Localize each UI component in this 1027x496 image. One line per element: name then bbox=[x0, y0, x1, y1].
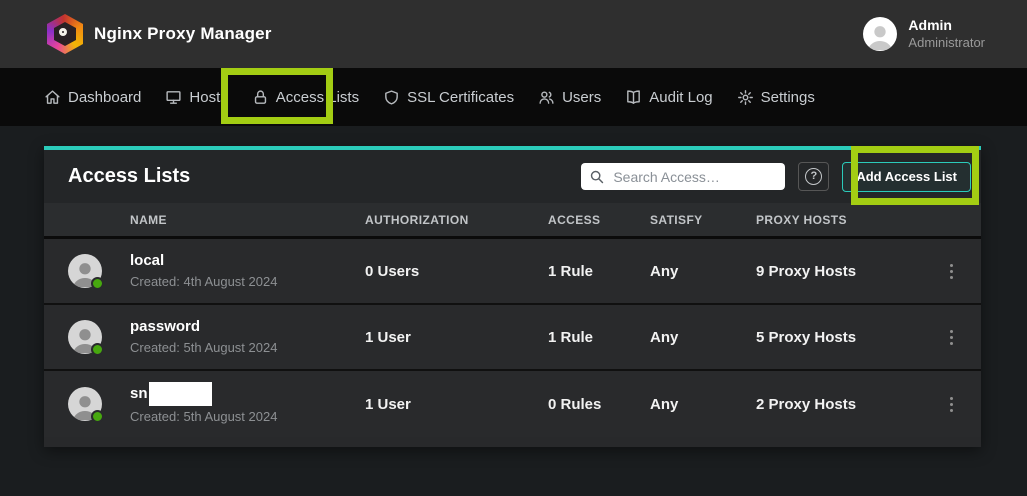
column-header-name: NAME bbox=[130, 213, 365, 227]
satisfy-cell: Any bbox=[650, 396, 756, 413]
question-circle-icon: ? bbox=[805, 168, 822, 185]
proxy-hosts-cell: 2 Proxy Hosts bbox=[756, 396, 942, 413]
created-date: Created: 5th August 2024 bbox=[130, 408, 365, 426]
column-header-access: ACCESS bbox=[548, 213, 650, 227]
home-icon bbox=[44, 89, 61, 106]
nav-item-ssl-certificates[interactable]: SSL Certificates bbox=[383, 89, 514, 106]
user-avatar bbox=[863, 17, 897, 51]
access-cell: 0 Rules bbox=[548, 396, 650, 413]
panel-title: Access Lists bbox=[68, 165, 190, 188]
authorization-cell: 1 User bbox=[365, 396, 548, 413]
search-icon bbox=[589, 169, 605, 185]
nav-item-dashboard[interactable]: Dashboard bbox=[44, 89, 141, 106]
satisfy-cell: Any bbox=[650, 263, 756, 280]
authorization-cell: 0 Users bbox=[365, 263, 548, 280]
table-row[interactable]: password Created: 5th August 2024 1 User… bbox=[44, 305, 981, 371]
main-nav: Dashboard Hosts Access Lists SSL Certifi… bbox=[0, 68, 1027, 126]
access-list-name: local bbox=[130, 251, 164, 271]
nav-label: Audit Log bbox=[649, 89, 712, 106]
avatar bbox=[68, 387, 102, 421]
users-icon bbox=[538, 89, 555, 106]
lock-icon bbox=[252, 89, 269, 106]
row-menu-kebab-icon[interactable] bbox=[942, 392, 960, 416]
status-online-dot bbox=[91, 343, 104, 356]
add-access-list-button[interactable]: Add Access List bbox=[842, 162, 971, 192]
table-row[interactable]: sn Created: 5th August 2024 1 User 0 Rul… bbox=[44, 371, 981, 437]
nav-label: Users bbox=[562, 89, 601, 106]
row-menu-kebab-icon[interactable] bbox=[942, 325, 960, 349]
status-online-dot bbox=[91, 410, 104, 423]
access-lists-panel: Access Lists ? Add Access List NAME AUTH… bbox=[44, 146, 981, 447]
person-icon bbox=[863, 19, 897, 51]
logo-ring bbox=[59, 28, 67, 36]
authorization-cell: 1 User bbox=[365, 329, 548, 346]
access-cell: 1 Rule bbox=[548, 263, 650, 280]
user-role: Administrator bbox=[908, 35, 985, 51]
access-cell: 1 Rule bbox=[548, 329, 650, 346]
search-box[interactable] bbox=[581, 163, 785, 190]
proxy-hosts-cell: 5 Proxy Hosts bbox=[756, 329, 942, 346]
column-header-authorization: AUTHORIZATION bbox=[365, 213, 548, 227]
created-date: Created: 5th August 2024 bbox=[130, 339, 365, 357]
gear-icon bbox=[737, 89, 754, 106]
book-icon bbox=[625, 89, 642, 106]
access-list-name: password bbox=[130, 317, 200, 337]
avatar bbox=[68, 320, 102, 354]
help-button[interactable]: ? bbox=[798, 162, 829, 191]
monitor-icon bbox=[165, 89, 182, 106]
satisfy-cell: Any bbox=[650, 329, 756, 346]
nav-item-users[interactable]: Users bbox=[538, 89, 601, 106]
user-name: Admin bbox=[908, 17, 985, 35]
status-online-dot bbox=[91, 277, 104, 290]
search-input[interactable] bbox=[613, 169, 773, 185]
nav-label: Dashboard bbox=[68, 89, 141, 106]
nav-label: Settings bbox=[761, 89, 815, 106]
app-title: Nginx Proxy Manager bbox=[94, 24, 272, 44]
nav-item-settings[interactable]: Settings bbox=[737, 89, 815, 106]
nav-item-access-lists[interactable]: Access Lists bbox=[252, 89, 359, 106]
logo-hexagon bbox=[47, 14, 83, 54]
nav-item-audit-log[interactable]: Audit Log bbox=[625, 89, 712, 106]
nav-label: Hosts bbox=[189, 89, 227, 106]
nav-label: SSL Certificates bbox=[407, 89, 514, 106]
nav-item-hosts[interactable]: Hosts bbox=[165, 89, 227, 106]
table-row[interactable]: local Created: 4th August 2024 0 Users 1… bbox=[44, 239, 981, 305]
proxy-hosts-cell: 9 Proxy Hosts bbox=[756, 263, 942, 280]
app-header: Nginx Proxy Manager Admin Administrator bbox=[0, 0, 1027, 68]
avatar bbox=[68, 254, 102, 288]
shield-icon bbox=[383, 89, 400, 106]
nav-label: Access Lists bbox=[276, 89, 359, 106]
panel-header: Access Lists ? Add Access List bbox=[44, 150, 981, 203]
column-header-proxy-hosts: PROXY HOSTS bbox=[756, 213, 942, 227]
table-header-row: NAME AUTHORIZATION ACCESS SATISFY PROXY … bbox=[44, 203, 981, 239]
app-logo-icon[interactable] bbox=[47, 14, 83, 54]
access-list-name: sn bbox=[130, 384, 148, 404]
redaction-box bbox=[149, 382, 212, 406]
created-date: Created: 4th August 2024 bbox=[130, 273, 365, 291]
user-menu[interactable]: Admin Administrator bbox=[863, 17, 985, 51]
row-menu-kebab-icon[interactable] bbox=[942, 259, 960, 283]
column-header-satisfy: SATISFY bbox=[650, 213, 756, 227]
